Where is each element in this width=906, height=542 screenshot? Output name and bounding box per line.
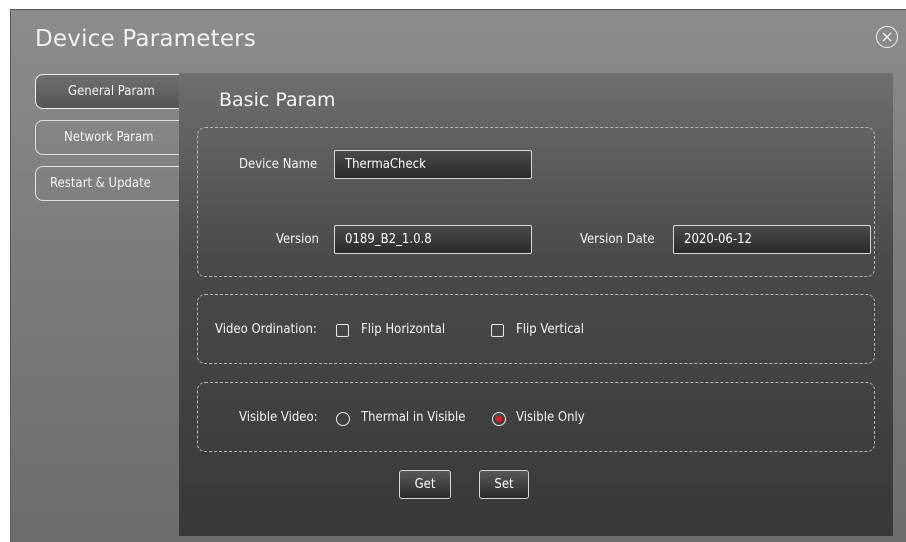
visible-only-radio[interactable] xyxy=(492,412,506,426)
device-info-group: Device Name ThermaCheck Version 0189_B2_… xyxy=(197,127,875,277)
tab-label: Restart & Update xyxy=(50,176,151,191)
version-field[interactable]: 0189_B2_1.0.8 xyxy=(334,225,532,254)
tab-label: Network Param xyxy=(64,130,154,145)
video-ordination-label: Video Ordination: xyxy=(215,322,317,337)
close-circle-icon xyxy=(882,32,892,42)
flip-horizontal-checkbox[interactable] xyxy=(336,324,349,337)
visible-only-label: Visible Only xyxy=(516,410,585,425)
device-name-field[interactable]: ThermaCheck xyxy=(334,150,532,179)
tab-label: General Param xyxy=(68,84,155,99)
device-parameters-dialog: Device Parameters General Param Network … xyxy=(10,9,906,542)
tab-general-param[interactable]: General Param xyxy=(35,74,185,109)
version-date-label: Version Date xyxy=(580,232,655,247)
visible-video-label: Visible Video: xyxy=(239,410,318,425)
close-button[interactable] xyxy=(876,26,898,48)
version-date-field[interactable]: 2020-06-12 xyxy=(673,225,871,254)
basic-param-panel: Basic Param Device Name ThermaCheck Vers… xyxy=(179,73,893,536)
panel-title: Basic Param xyxy=(219,89,336,111)
tab-restart-update[interactable]: Restart & Update xyxy=(35,166,185,201)
flip-horizontal-label: Flip Horizontal xyxy=(361,322,446,337)
device-name-label: Device Name xyxy=(239,157,318,172)
thermal-in-visible-label: Thermal in Visible xyxy=(361,410,466,425)
tab-network-param[interactable]: Network Param xyxy=(35,120,185,155)
get-button[interactable]: Get xyxy=(399,470,451,499)
version-label: Version xyxy=(276,232,319,247)
visible-video-group: Visible Video: Thermal in Visible Visibl… xyxy=(197,382,875,452)
thermal-in-visible-radio[interactable] xyxy=(336,412,350,426)
flip-vertical-label: Flip Vertical xyxy=(516,322,585,337)
flip-vertical-checkbox[interactable] xyxy=(491,324,504,337)
video-ordination-group: Video Ordination: Flip Horizontal Flip V… xyxy=(197,294,875,364)
dialog-title: Device Parameters xyxy=(35,26,257,52)
set-button[interactable]: Set xyxy=(479,470,529,499)
